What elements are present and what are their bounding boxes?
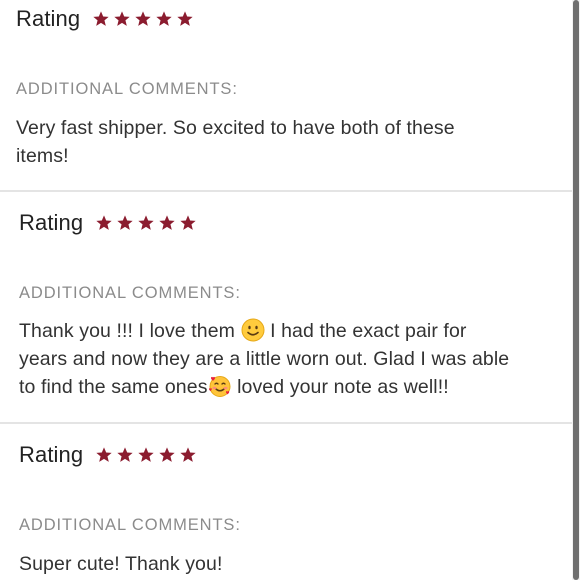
- star-icon: [114, 11, 130, 26]
- smiling-face-with-hearts-icon: [208, 376, 231, 397]
- comment-text: Super cute! Thank you!: [19, 550, 222, 578]
- star-icon: [93, 11, 109, 26]
- star-icon: [156, 11, 172, 26]
- rating-row: Rating: [19, 208, 197, 238]
- rating-row: Rating: [19, 440, 197, 470]
- star-icon: [177, 11, 193, 26]
- review-card-3: Rating ADDITIONAL COMMENTS: Super cute! …: [0, 424, 572, 580]
- star-icon: [180, 215, 196, 230]
- comment-line: loved your note as well!!: [231, 376, 449, 398]
- rating-row: Rating: [16, 4, 194, 34]
- comment-line: items!: [16, 145, 69, 167]
- additional-comments-label: ADDITIONAL COMMENTS:: [19, 284, 241, 302]
- star-icon: [138, 447, 154, 462]
- star-icon: [96, 447, 112, 462]
- star-icon: [159, 215, 175, 230]
- comment-text: Thank you !!! I love them I had the exac…: [19, 317, 509, 401]
- rating-label: Rating: [16, 6, 81, 31]
- star-icon: [138, 215, 154, 230]
- star-icon: [159, 447, 175, 462]
- review-card-2: Rating ADDITIONAL COMMENTS: Thank you !!…: [0, 192, 572, 422]
- star-icon: [117, 215, 133, 230]
- star-rating: [95, 214, 197, 232]
- comment-text: Very fast shipper. So excited to have bo…: [16, 114, 455, 170]
- rating-label: Rating: [19, 210, 84, 235]
- star-icon: [117, 447, 133, 462]
- comment-line: I had the exact pair for: [264, 320, 467, 342]
- slightly-smiling-face-icon: [241, 318, 265, 342]
- star-rating: [95, 446, 197, 464]
- scrollbar-track[interactable]: [572, 0, 580, 580]
- review-card-1: Rating ADDITIONAL COMMENTS: Very fast sh…: [0, 0, 572, 190]
- star-icon: [96, 215, 112, 230]
- star-rating: [92, 10, 194, 28]
- rating-label: Rating: [19, 442, 84, 467]
- star-icon: [180, 447, 196, 462]
- scrollbar-thumb[interactable]: [573, 0, 579, 580]
- star-icon: [135, 11, 151, 26]
- comment-line: years and now they are a little worn out…: [19, 348, 510, 370]
- comment-line: to find the same ones: [19, 376, 208, 398]
- comment-line: Very fast shipper. So excited to have bo…: [16, 117, 455, 139]
- comment-line: Thank you !!! I love them: [19, 320, 241, 342]
- additional-comments-label: ADDITIONAL COMMENTS:: [19, 516, 241, 534]
- additional-comments-label: ADDITIONAL COMMENTS:: [16, 80, 238, 98]
- comment-line: Super cute! Thank you!: [19, 553, 223, 575]
